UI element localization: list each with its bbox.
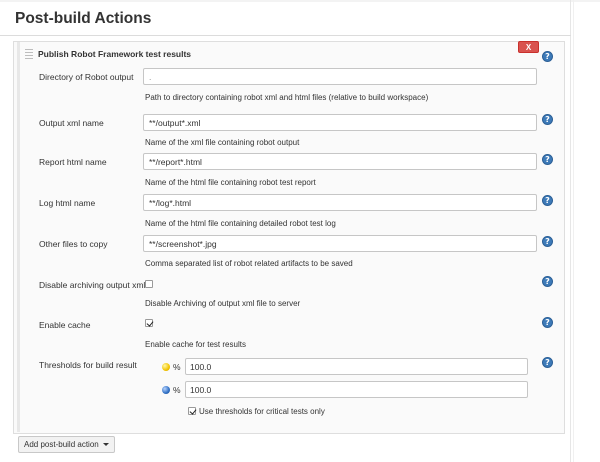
thresholds-label: Thresholds for build result — [39, 360, 137, 370]
directory-description: Path to directory containing robot xml a… — [145, 93, 429, 102]
enable-cache-help-icon[interactable]: ? — [542, 317, 553, 328]
pass-threshold-unit: % — [173, 385, 181, 395]
log-html-help-icon[interactable]: ? — [542, 195, 553, 206]
report-html-label: Report html name — [39, 157, 107, 167]
critical-only-checkbox[interactable] — [188, 407, 196, 415]
disable-archiving-checkbox[interactable] — [145, 280, 153, 288]
step-title: Publish Robot Framework test results — [38, 48, 192, 59]
report-html-input[interactable]: **/report*.html — [143, 153, 537, 170]
top-border — [0, 0, 600, 2]
log-html-input[interactable]: **/log*.html — [143, 194, 537, 211]
enable-cache-checkbox[interactable] — [145, 319, 153, 327]
report-html-description: Name of the html file containing robot t… — [145, 178, 316, 187]
drag-handle-icon[interactable] — [25, 49, 33, 59]
disable-archiving-label: Disable archiving output xml — [39, 280, 146, 290]
enable-cache-label: Enable cache — [39, 320, 91, 330]
directory-label: Directory of Robot output — [39, 72, 134, 82]
delete-step-button[interactable]: X — [518, 41, 539, 53]
report-html-help-icon[interactable]: ? — [542, 154, 553, 165]
unstable-threshold-input[interactable]: 100.0 — [185, 358, 528, 375]
log-html-label: Log html name — [39, 198, 96, 208]
output-xml-help-icon[interactable]: ? — [542, 114, 553, 125]
pass-threshold-input[interactable]: 100.0 — [185, 381, 528, 398]
yellow-ball-icon — [162, 363, 170, 371]
output-xml-label: Output xml name — [39, 118, 104, 128]
right-border-secondary — [573, 0, 574, 462]
log-html-description: Name of the html file containing detaile… — [145, 219, 336, 228]
thresholds-help-icon[interactable]: ? — [542, 357, 553, 368]
output-xml-description: Name of the xml file containing robot ou… — [145, 138, 300, 147]
add-post-build-action-button[interactable]: Add post-build action — [18, 436, 115, 453]
critical-only-label: Use thresholds for critical tests only — [199, 407, 325, 416]
chevron-down-icon — [103, 443, 109, 446]
right-scroll-border — [570, 0, 571, 462]
other-files-label: Other files to copy — [39, 239, 108, 249]
step-help-icon[interactable]: ? — [542, 51, 553, 62]
other-files-description: Comma separated list of robot related ar… — [145, 259, 353, 268]
output-xml-input[interactable]: **/output*.xml — [143, 114, 537, 131]
disable-archiving-help-icon[interactable]: ? — [542, 276, 553, 287]
enable-cache-description: Enable cache for test results — [145, 340, 246, 349]
other-files-input[interactable]: **/screenshot*.jpg — [143, 235, 537, 252]
section-title: Post-build Actions — [15, 10, 152, 27]
other-files-help-icon[interactable]: ? — [542, 236, 553, 247]
blue-ball-icon — [162, 386, 170, 394]
directory-input[interactable]: . — [143, 68, 537, 85]
panel-left-bar — [17, 42, 20, 432]
section-divider — [0, 35, 571, 36]
unstable-threshold-unit: % — [173, 362, 181, 372]
disable-archiving-description: Disable Archiving of output xml file to … — [145, 299, 301, 308]
